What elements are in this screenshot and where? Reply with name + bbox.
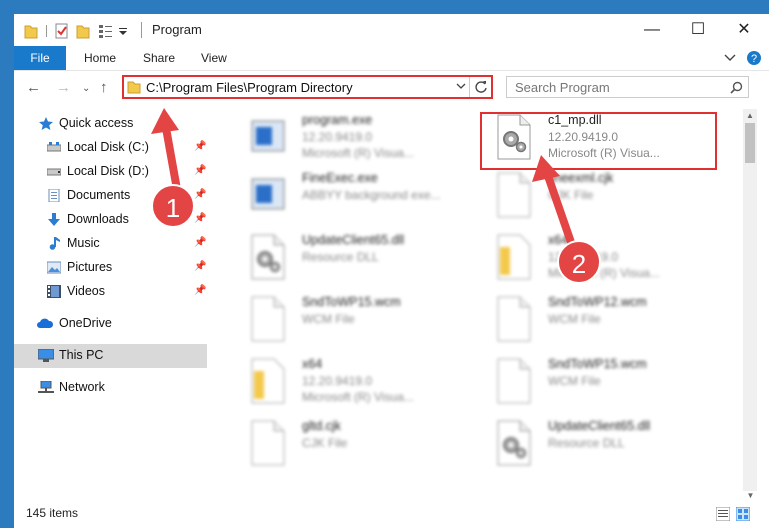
arrow-2: [544, 174, 577, 250]
annotation-badge-1: 1: [151, 184, 195, 228]
arrow-2-head: [532, 155, 560, 182]
arrow-1-head: [151, 108, 179, 134]
annotation-arrows: [151, 108, 577, 250]
annotation-badge-2: 2: [557, 240, 601, 284]
